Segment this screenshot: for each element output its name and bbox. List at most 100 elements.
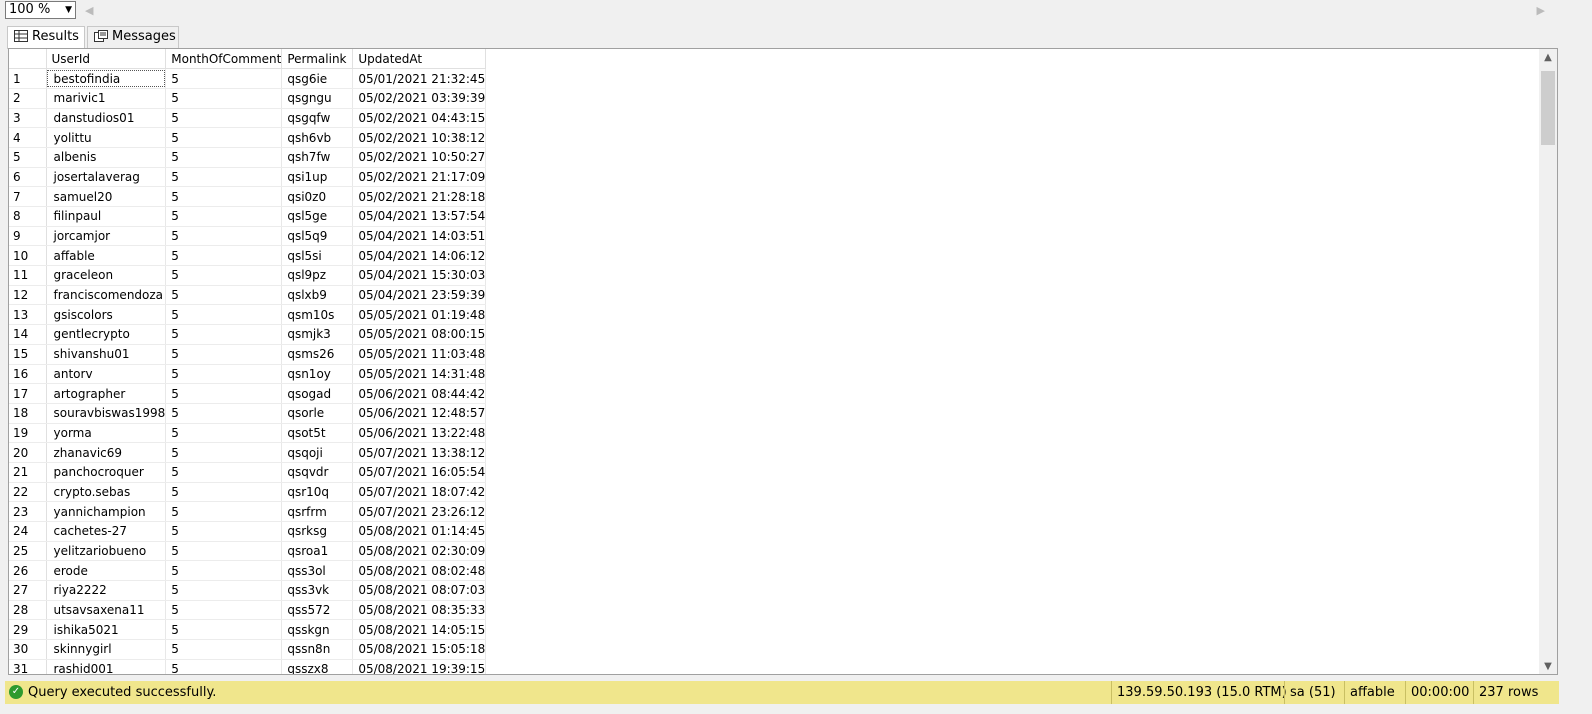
permalink-cell[interactable]: qsh6vb bbox=[281, 127, 354, 148]
table-row[interactable]: 10 affable 5 qsl5si 05/04/2021 14:06:12 bbox=[9, 245, 487, 267]
permalink-cell[interactable]: qsgqfw bbox=[281, 108, 354, 129]
permalink-cell[interactable]: qssn8n bbox=[281, 639, 354, 660]
monthofcomment-cell[interactable]: 5 bbox=[165, 206, 283, 227]
updatedat-cell[interactable]: 05/08/2021 01:14:45 bbox=[352, 521, 487, 542]
permalink-cell[interactable]: qsl5si bbox=[281, 245, 354, 267]
row-number-cell[interactable]: 12 bbox=[9, 285, 47, 306]
monthofcomment-cell[interactable]: 5 bbox=[165, 639, 283, 660]
monthofcomment-cell[interactable]: 5 bbox=[165, 344, 283, 365]
updatedat-cell[interactable]: 05/07/2021 18:07:42 bbox=[352, 482, 487, 503]
row-number-cell[interactable]: 29 bbox=[9, 619, 47, 641]
permalink-cell[interactable]: qsi1up bbox=[281, 167, 354, 188]
userid-cell[interactable]: albenis bbox=[46, 147, 167, 168]
userid-cell[interactable]: gentlecrypto bbox=[46, 324, 167, 345]
permalink-cell[interactable]: qsrksg bbox=[281, 521, 354, 542]
table-row[interactable]: 12 franciscomendoza 5 qslxb9 05/04/2021 23:5… bbox=[9, 285, 487, 306]
row-number-header[interactable] bbox=[9, 49, 47, 70]
userid-cell[interactable]: affable bbox=[46, 245, 167, 267]
row-number-cell[interactable]: 13 bbox=[9, 304, 47, 326]
updatedat-cell[interactable]: 05/02/2021 10:50:27 bbox=[352, 147, 487, 168]
row-number-cell[interactable]: 31 bbox=[9, 659, 47, 674]
table-row[interactable]: 26 erode 5 qss3ol 05/08/2021 08:02:48 bbox=[9, 560, 487, 582]
table-row[interactable]: 22 crypto.sebas 5 qsr10q 05/07/2021 18:07:42 bbox=[9, 482, 487, 503]
userid-cell[interactable]: josertalaverag bbox=[46, 167, 167, 188]
monthofcomment-cell[interactable]: 5 bbox=[165, 186, 283, 207]
table-row[interactable]: 19 yorma 5 qsot5t 05/06/2021 13:22:48 bbox=[9, 423, 487, 444]
permalink-cell[interactable]: qss3vk bbox=[281, 580, 354, 601]
permalink-cell[interactable]: qsrfrm bbox=[281, 501, 354, 522]
permalink-cell[interactable]: qsi0z0 bbox=[281, 186, 354, 207]
permalink-cell[interactable]: qsot5t bbox=[281, 423, 354, 444]
permalink-cell[interactable]: qsm10s bbox=[281, 304, 354, 326]
monthofcomment-cell[interactable]: 5 bbox=[165, 68, 283, 89]
table-row[interactable]: 6 josertalaverag 5 qsi1up 05/02/2021 21:17:0… bbox=[9, 167, 487, 188]
monthofcomment-cell[interactable]: 5 bbox=[165, 245, 283, 267]
permalink-cell[interactable]: qsogad bbox=[281, 383, 354, 404]
updatedat-cell[interactable]: 05/02/2021 21:17:09 bbox=[352, 167, 487, 188]
column-header-updatedat[interactable]: UpdatedAt bbox=[352, 49, 487, 70]
permalink-cell[interactable]: qsl5ge bbox=[281, 206, 354, 227]
row-number-cell[interactable]: 2 bbox=[9, 88, 47, 109]
row-number-cell[interactable]: 25 bbox=[9, 541, 47, 562]
row-number-cell[interactable]: 7 bbox=[9, 186, 47, 207]
row-number-cell[interactable]: 19 bbox=[9, 423, 47, 444]
updatedat-cell[interactable]: 05/05/2021 14:31:48 bbox=[352, 364, 487, 385]
userid-cell[interactable]: cachetes-27 bbox=[46, 521, 167, 542]
table-row[interactable]: 18 souravbiswas1998 5 qsorle 05/06/2021 12:4… bbox=[9, 403, 487, 424]
row-number-cell[interactable]: 4 bbox=[9, 127, 47, 148]
row-number-cell[interactable]: 5 bbox=[9, 147, 47, 168]
row-number-cell[interactable]: 26 bbox=[9, 560, 47, 582]
row-number-cell[interactable]: 14 bbox=[9, 324, 47, 345]
table-row[interactable]: 27 riya2222 5 qss3vk 05/08/2021 08:07:03 bbox=[9, 580, 487, 601]
updatedat-cell[interactable]: 05/02/2021 21:28:18 bbox=[352, 186, 487, 207]
permalink-cell[interactable]: qsh7fw bbox=[281, 147, 354, 168]
table-row[interactable]: 16 antorv 5 qsn1oy 05/05/2021 14:31:48 bbox=[9, 364, 487, 385]
table-row[interactable]: 21 panchocroquer 5 qsqvdr 05/07/2021 16:05:5… bbox=[9, 462, 487, 483]
row-number-cell[interactable]: 28 bbox=[9, 600, 47, 621]
row-number-cell[interactable]: 21 bbox=[9, 462, 47, 483]
row-number-cell[interactable]: 30 bbox=[9, 639, 47, 660]
updatedat-cell[interactable]: 05/08/2021 02:30:09 bbox=[352, 541, 487, 562]
table-row[interactable]: 13 gsiscolors 5 qsm10s 05/05/2021 01:19:48 bbox=[9, 304, 487, 326]
permalink-cell[interactable]: qsqvdr bbox=[281, 462, 354, 483]
row-number-cell[interactable]: 8 bbox=[9, 206, 47, 227]
permalink-cell[interactable]: qsskgn bbox=[281, 619, 354, 641]
monthofcomment-cell[interactable]: 5 bbox=[165, 88, 283, 109]
table-row[interactable]: 31 rashid001 5 qsszx8 05/08/2021 19:39:15 bbox=[9, 659, 487, 674]
row-number-cell[interactable]: 9 bbox=[9, 226, 47, 247]
userid-cell[interactable]: souravbiswas1998 bbox=[46, 403, 167, 424]
row-number-cell[interactable]: 22 bbox=[9, 482, 47, 503]
permalink-cell[interactable]: qss3ol bbox=[281, 560, 354, 582]
updatedat-cell[interactable]: 05/04/2021 14:06:12 bbox=[352, 245, 487, 267]
userid-cell[interactable]: riya2222 bbox=[46, 580, 167, 601]
monthofcomment-cell[interactable]: 5 bbox=[165, 482, 283, 503]
permalink-cell[interactable]: qss572 bbox=[281, 600, 354, 621]
table-row[interactable]: 8 filinpaul 5 qsl5ge 05/04/2021 13:57:54 bbox=[9, 206, 487, 227]
column-header-monthofcomment[interactable]: MonthOfComment bbox=[165, 49, 283, 70]
monthofcomment-cell[interactable]: 5 bbox=[165, 324, 283, 345]
updatedat-cell[interactable]: 05/02/2021 03:39:39 bbox=[352, 88, 487, 109]
userid-cell[interactable]: skinnygirl bbox=[46, 639, 167, 660]
userid-cell[interactable]: antorv bbox=[46, 364, 167, 385]
row-number-cell[interactable]: 3 bbox=[9, 108, 47, 129]
updatedat-cell[interactable]: 05/01/2021 21:32:45 bbox=[352, 68, 487, 89]
permalink-cell[interactable]: qsroa1 bbox=[281, 541, 354, 562]
table-row[interactable]: 24 cachetes-27 5 qsrksg 05/08/2021 01:14:45 bbox=[9, 521, 487, 542]
userid-cell[interactable]: danstudios01 bbox=[46, 108, 167, 129]
row-number-cell[interactable]: 18 bbox=[9, 403, 47, 424]
userid-cell[interactable]: gsiscolors bbox=[46, 304, 167, 326]
permalink-cell[interactable]: qsorle bbox=[281, 403, 354, 424]
column-header-userid[interactable]: UserId bbox=[46, 49, 167, 70]
vertical-scrollbar[interactable]: ▲ ▼ bbox=[1539, 49, 1557, 674]
monthofcomment-cell[interactable]: 5 bbox=[165, 167, 283, 188]
updatedat-cell[interactable]: 05/04/2021 23:59:39 bbox=[352, 285, 487, 306]
tab-results[interactable]: Results bbox=[7, 26, 85, 49]
monthofcomment-cell[interactable]: 5 bbox=[165, 108, 283, 129]
monthofcomment-cell[interactable]: 5 bbox=[165, 364, 283, 385]
updatedat-cell[interactable]: 05/02/2021 10:38:12 bbox=[352, 127, 487, 148]
table-row[interactable]: 29 ishika5021 5 qsskgn 05/08/2021 14:05:15 bbox=[9, 619, 487, 641]
updatedat-cell[interactable]: 05/08/2021 15:05:18 bbox=[352, 639, 487, 660]
table-row[interactable]: 9 jorcamjor 5 qsl5q9 05/04/2021 14:03:51 bbox=[9, 226, 487, 247]
userid-cell[interactable]: yelitzariobueno bbox=[46, 541, 167, 562]
permalink-cell[interactable]: qsmjk3 bbox=[281, 324, 354, 345]
